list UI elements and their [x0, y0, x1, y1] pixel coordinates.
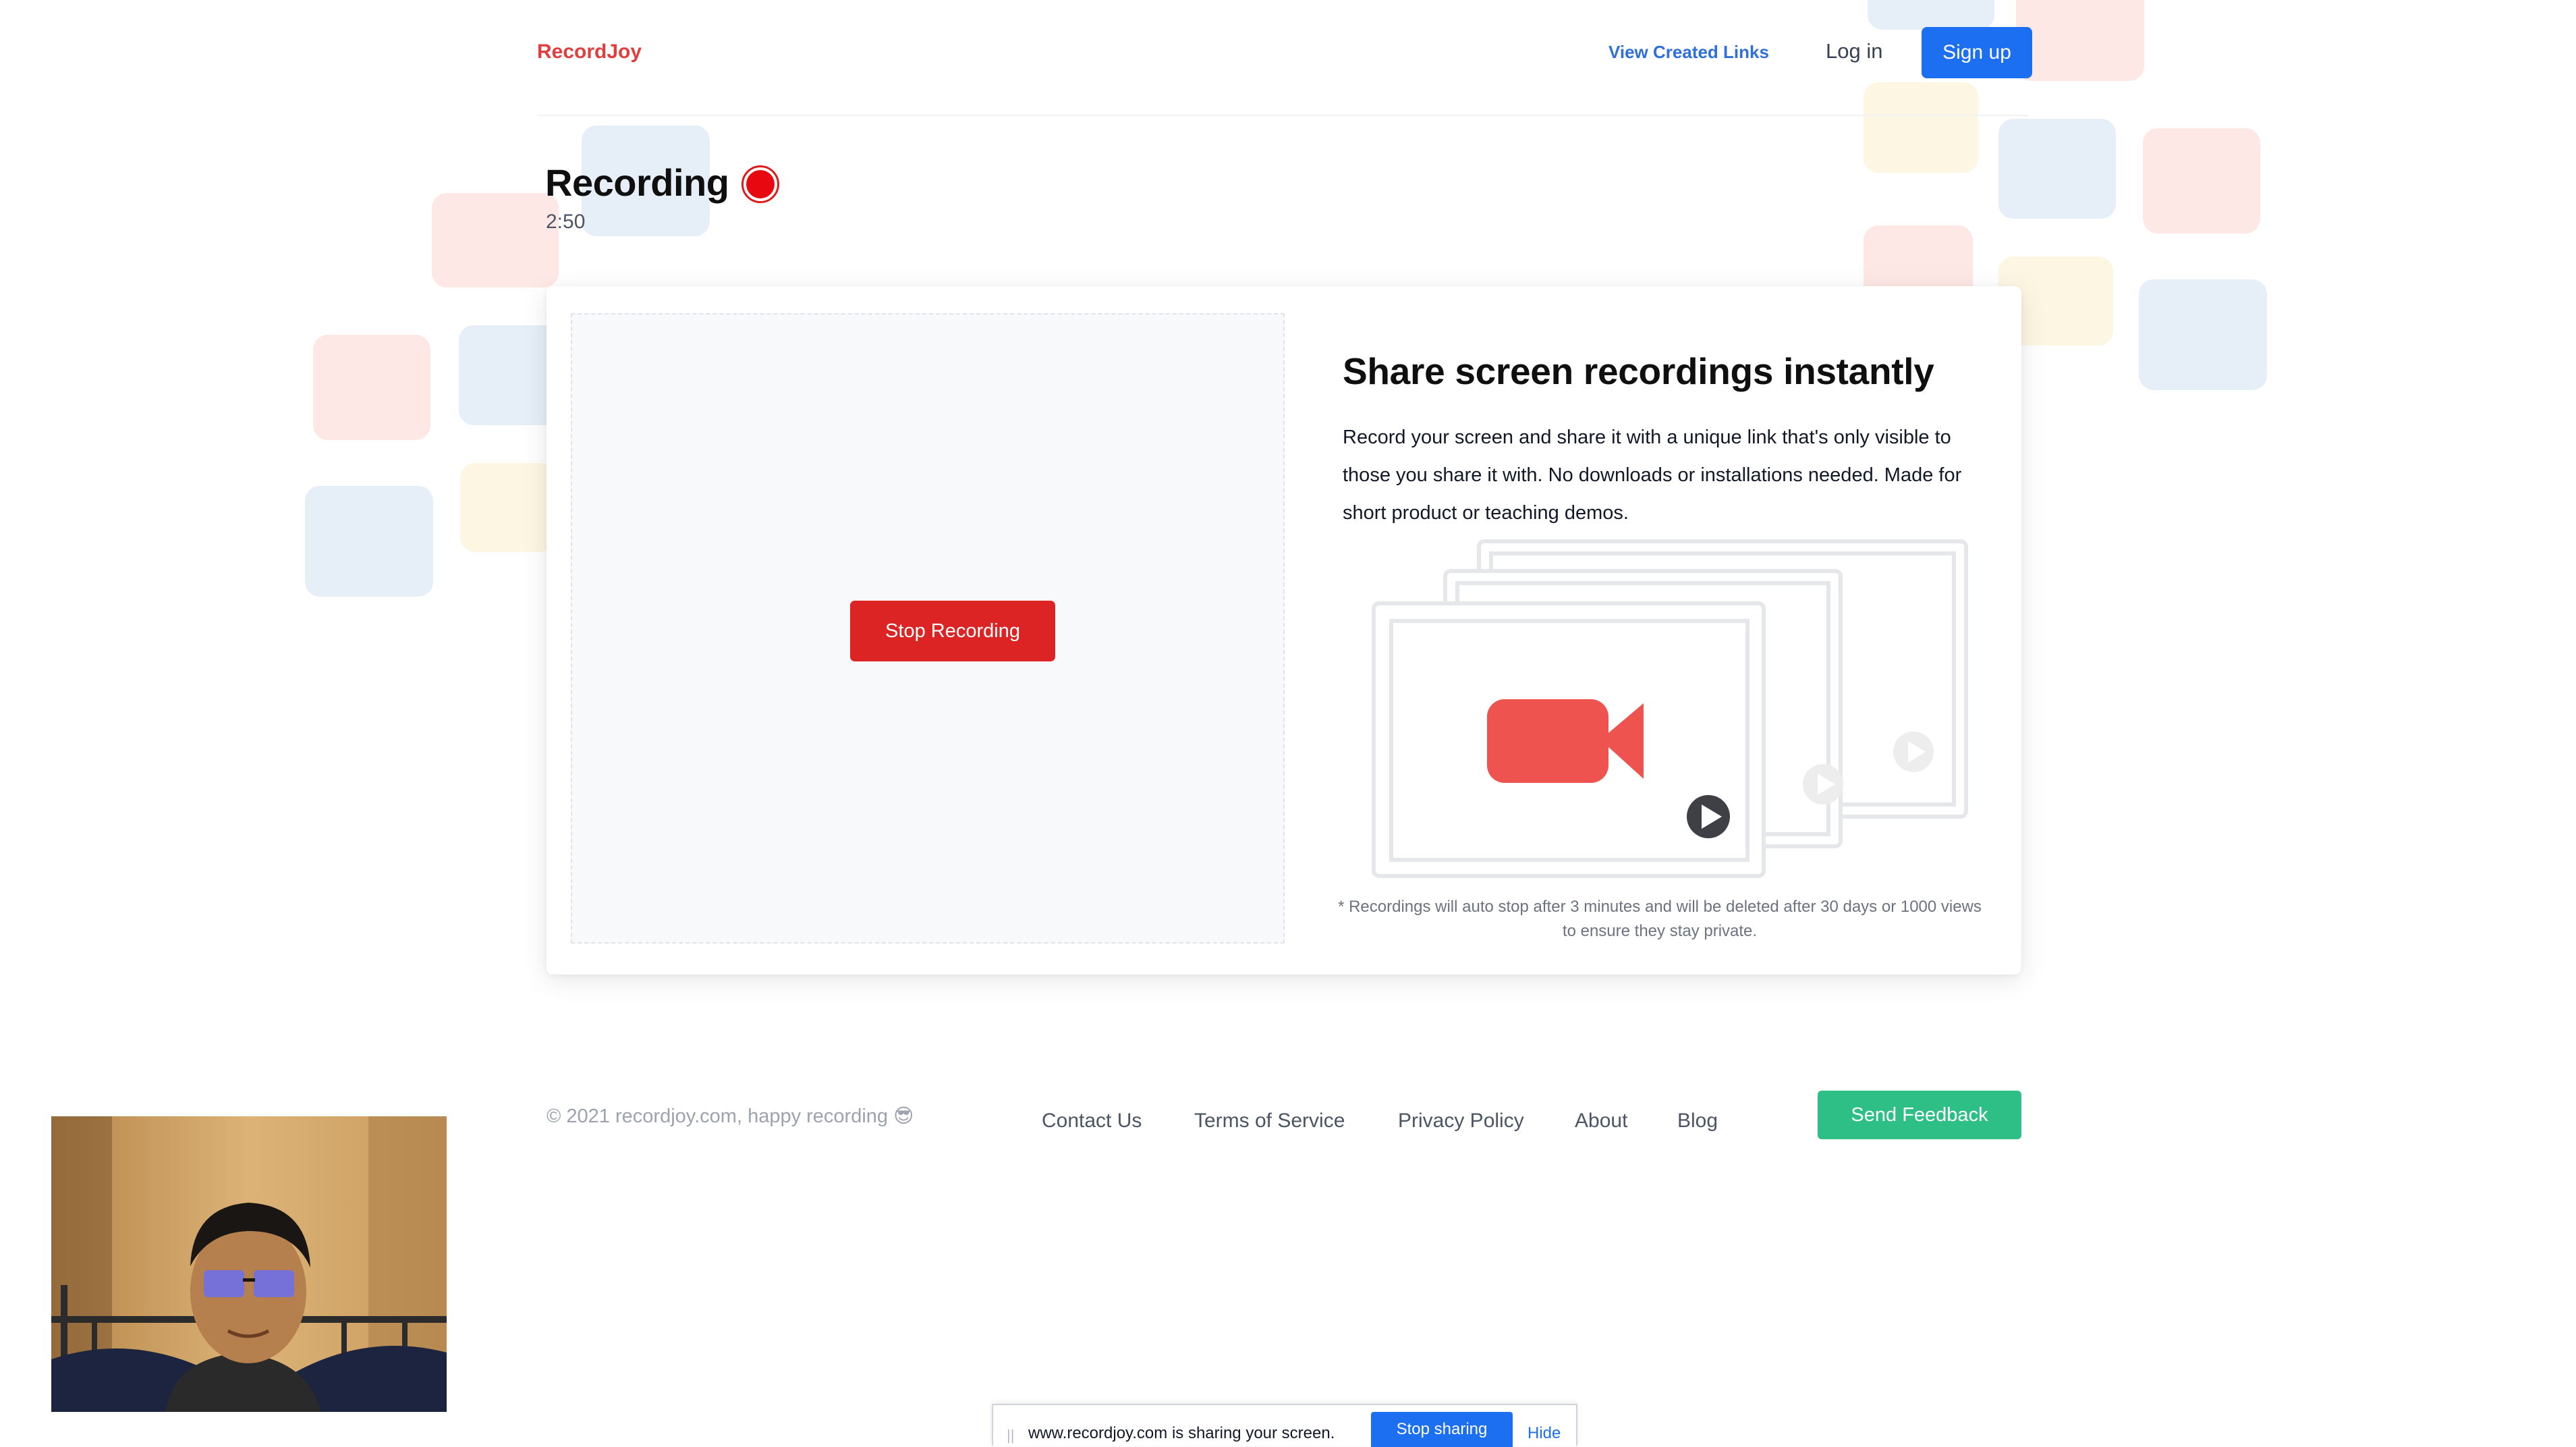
send-feedback-button[interactable]: Send Feedback [1818, 1091, 2021, 1139]
copyright-text: © 2021 recordjoy.com, happy recording 😎 [547, 1105, 914, 1127]
card-heading: Share screen recordings instantly [1343, 350, 1934, 392]
recordings-illustration [1371, 537, 1978, 892]
footer-link-blog[interactable]: Blog [1677, 1110, 1718, 1132]
decor-tile [1868, 0, 1994, 30]
screen-sharing-bar: || www.recordjoy.com is sharing your scr… [992, 1404, 1577, 1447]
signup-button[interactable]: Sign up [1922, 27, 2032, 78]
footer-link-privacy[interactable]: Privacy Policy [1398, 1110, 1524, 1132]
recording-timer: 2:50 [546, 211, 586, 233]
footer-link-about[interactable]: About [1575, 1110, 1627, 1132]
stop-recording-button[interactable]: Stop Recording [850, 601, 1055, 661]
screen-sharing-message: www.recordjoy.com is sharing your screen… [1028, 1424, 1335, 1442]
brand-logo[interactable]: RecordJoy [537, 40, 642, 63]
decor-tile [1998, 119, 2116, 219]
decor-tile [1864, 82, 1978, 173]
footer-link-terms[interactable]: Terms of Service [1194, 1110, 1345, 1132]
decor-tile [305, 486, 433, 597]
decor-tile [2143, 128, 2260, 234]
recordings-illustration-svg [1372, 539, 1968, 878]
decor-tile [313, 335, 430, 440]
webcam-feed-image [51, 1116, 447, 1412]
stop-sharing-button[interactable]: Stop sharing [1371, 1412, 1513, 1447]
recording-card: Stop Recording Share screen recordings i… [547, 286, 2021, 975]
recording-preview-area: Stop Recording [571, 313, 1285, 944]
recording-title: Recording [545, 161, 729, 204]
decor-tile [2016, 0, 2144, 81]
hide-sharing-bar-button[interactable]: Hide [1528, 1424, 1561, 1443]
decor-tile [459, 325, 560, 425]
recording-indicator-core [746, 170, 775, 198]
drag-handle-icon[interactable]: || [1007, 1427, 1014, 1444]
decor-tile [460, 463, 555, 552]
view-created-links-link[interactable]: View Created Links [1608, 42, 1769, 63]
card-description: Record your screen and share it with a u… [1343, 427, 1962, 524]
login-link[interactable]: Log in [1826, 39, 1882, 63]
footer-link-contact[interactable]: Contact Us [1042, 1110, 1142, 1132]
auto-stop-note: * Recordings will auto stop after 3 minu… [1338, 898, 1982, 940]
webcam-preview[interactable] [51, 1116, 447, 1412]
header-divider [537, 115, 2028, 116]
decor-tile [432, 193, 559, 288]
decor-tile [2139, 279, 2267, 390]
recording-indicator-icon [741, 165, 779, 203]
